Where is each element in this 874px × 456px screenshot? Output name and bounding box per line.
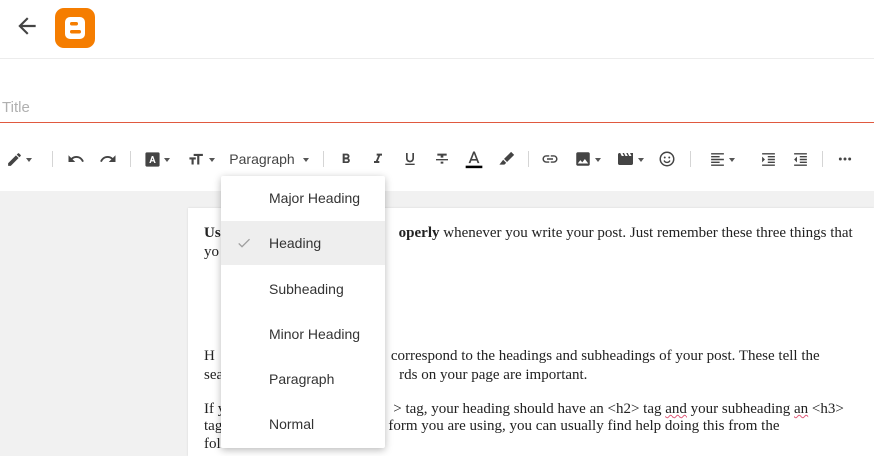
text-color-button[interactable] (462, 140, 486, 178)
blogger-logo-icon (55, 8, 95, 48)
editor-toolbar: Paragraph (0, 140, 874, 178)
emoji-icon (658, 150, 676, 168)
title-input[interactable] (2, 94, 862, 120)
menu-item-subheading[interactable]: Subheading (221, 267, 385, 311)
font-size-button[interactable] (184, 140, 218, 178)
paragraph-format-menu: Major Heading Heading Subheading Minor H… (221, 176, 385, 448)
insert-link-button[interactable] (538, 140, 562, 178)
bold-icon (338, 151, 354, 167)
pencil-icon (6, 151, 23, 168)
redo-icon (99, 150, 117, 168)
compose-mode-button[interactable] (2, 140, 36, 178)
image-icon (574, 150, 592, 168)
insert-video-button[interactable] (614, 140, 646, 178)
redo-button[interactable] (96, 140, 120, 178)
underline-button[interactable] (398, 140, 422, 178)
top-bar (0, 0, 874, 59)
menu-item-normal[interactable]: Normal (221, 402, 385, 446)
highlight-button[interactable] (494, 140, 518, 178)
align-button[interactable] (704, 140, 740, 178)
link-icon (541, 150, 559, 168)
title-field-wrap (0, 94, 874, 123)
strikethrough-icon (434, 151, 450, 167)
italic-icon (370, 151, 386, 167)
strikethrough-button[interactable] (430, 140, 454, 178)
more-options-button[interactable] (832, 140, 858, 178)
paragraph-format-select[interactable]: Paragraph (226, 140, 312, 178)
text-size-icon (187, 151, 206, 168)
undo-icon (67, 150, 85, 168)
menu-item-minor-heading[interactable]: Minor Heading (221, 312, 385, 356)
more-horizontal-icon (837, 151, 853, 167)
italic-button[interactable] (366, 140, 390, 178)
video-icon (616, 150, 635, 168)
indent-increase-icon (760, 151, 777, 168)
indent-decrease-icon (792, 151, 809, 168)
paragraph-format-label: Paragraph (229, 151, 295, 167)
indent-button[interactable] (756, 140, 780, 178)
align-left-icon (709, 151, 726, 168)
insert-image-button[interactable] (572, 140, 602, 178)
text-color-icon (464, 149, 484, 169)
underline-icon (402, 151, 418, 167)
font-icon (144, 151, 161, 168)
menu-item-heading[interactable]: Heading (221, 221, 385, 265)
undo-button[interactable] (64, 140, 88, 178)
font-button[interactable] (142, 140, 172, 178)
back-arrow-icon[interactable] (14, 13, 40, 39)
outdent-button[interactable] (788, 140, 812, 178)
insert-emoji-button[interactable] (654, 140, 680, 178)
bold-button[interactable] (334, 140, 358, 178)
checkmark-icon (235, 235, 253, 254)
highlighter-icon (498, 151, 515, 168)
menu-item-paragraph[interactable]: Paragraph (221, 357, 385, 401)
menu-item-major-heading[interactable]: Major Heading (221, 176, 385, 220)
